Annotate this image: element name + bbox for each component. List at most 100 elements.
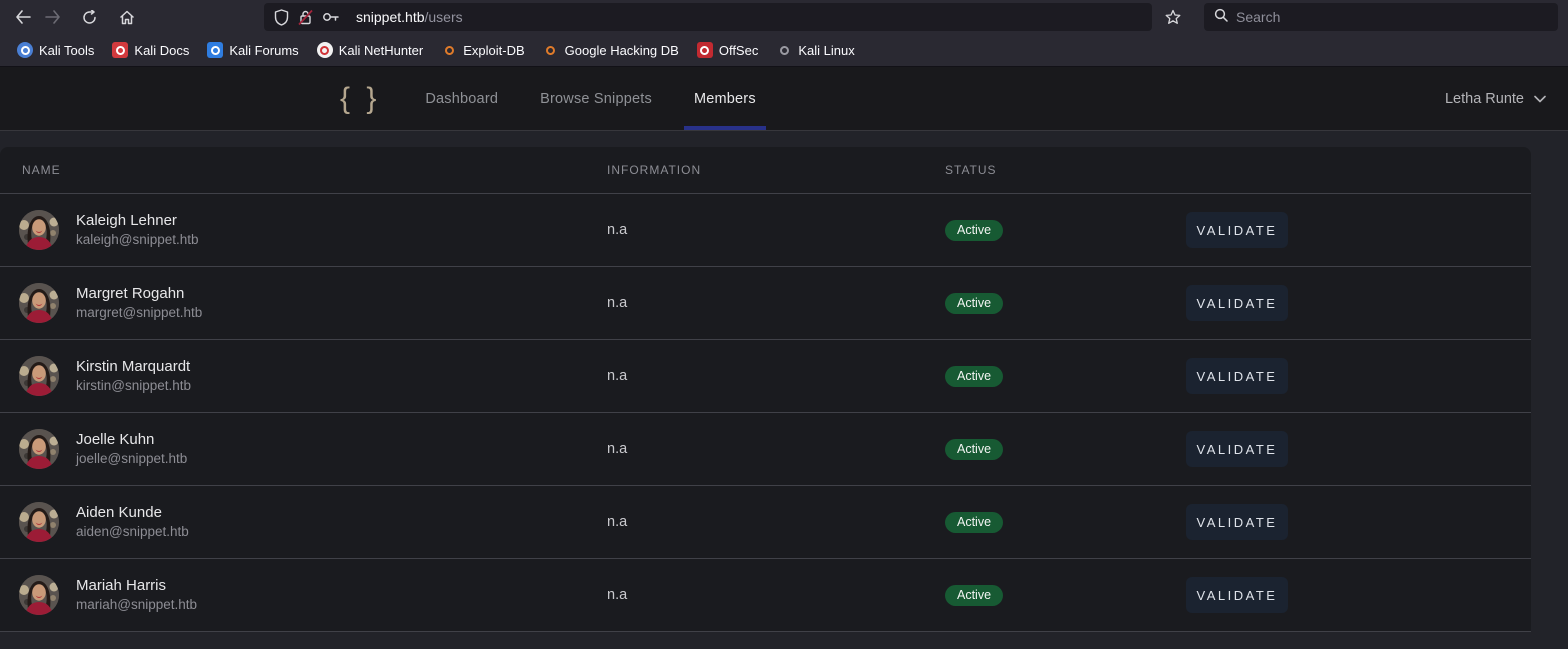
home-icon [120,10,134,24]
status-cell: Active [945,219,1186,241]
user-menu[interactable]: Letha Runte [1445,91,1546,107]
status-badge: Active [945,584,1004,606]
nav-browse-snippets[interactable]: Browse Snippets [540,67,652,130]
information-cell: n.a [607,368,628,384]
action-cell: VALIDATE [1186,431,1531,467]
bookmark-favicon-icon [441,42,457,58]
url-bar[interactable]: snippet.htb/users [264,3,1152,31]
search-icon [1214,8,1228,27]
member-cell: Aiden Kunde aiden@snippet.htb [0,502,607,542]
member-cell: Kirstin Marquardt kirstin@snippet.htb [0,356,607,396]
action-cell: VALIDATE [1186,577,1531,613]
bookmark-item[interactable]: OffSec [690,39,766,61]
bookmark-favicon-icon [17,42,33,58]
forward-icon [45,10,60,24]
status-badge: Active [945,365,1004,387]
column-header-name: Name [22,163,61,177]
chevron-down-icon [1534,95,1546,103]
url-host: snippet.htb [356,9,425,25]
member-email: joelle@snippet.htb [76,451,188,467]
status-badge: Active [945,511,1004,533]
validate-button[interactable]: VALIDATE [1186,504,1288,540]
nav-members[interactable]: Members [683,67,766,130]
app-logo[interactable]: { } [340,83,380,114]
insecure-lock-icon[interactable] [297,9,314,26]
table-row: Kirstin Marquardt kirstin@snippet.htb n.… [0,340,1531,413]
shield-icon[interactable] [274,8,289,26]
star-icon [1165,9,1181,24]
member-name: Mariah Harris [76,576,167,594]
information-cell: n.a [607,514,628,530]
member-name: Joelle Kuhn [76,430,155,448]
information-cell: n.a [607,587,628,603]
bookmark-item[interactable]: Exploit-DB [434,39,531,61]
app-header: { } Dashboard Browse Snippets Members Le… [0,67,1568,131]
member-text: Mariah Harris mariah@snippet.htb [76,576,197,614]
validate-button[interactable]: VALIDATE [1186,431,1288,467]
member-cell: Margret Rogahn margret@snippet.htb [0,283,607,323]
bookmark-item[interactable]: Kali Linux [769,39,861,61]
back-icon [16,10,31,24]
bookmark-favicon-icon [776,42,792,58]
back-button[interactable] [8,3,38,31]
avatar [19,356,59,396]
forward-button[interactable] [38,3,68,31]
validate-button[interactable]: VALIDATE [1186,358,1288,394]
reload-button[interactable] [74,3,104,31]
bookmark-favicon-icon [696,42,713,58]
member-email: kaleigh@snippet.htb [76,232,199,248]
action-cell: VALIDATE [1186,285,1531,321]
member-email: margret@snippet.htb [76,305,203,321]
validate-button[interactable]: VALIDATE [1186,577,1288,613]
status-cell: Active [945,365,1186,387]
member-cell: Kaleigh Lehner kaleigh@snippet.htb [0,210,607,250]
member-name: Kaleigh Lehner [76,211,177,229]
browser-toolbar: snippet.htb/users Search [0,0,1568,34]
bookmark-item[interactable]: Kali NetHunter [310,39,431,61]
member-email: mariah@snippet.htb [76,597,198,613]
member-cell: Joelle Kuhn joelle@snippet.htb [0,429,607,469]
bookmark-favicon-icon [112,42,129,58]
avatar [19,283,59,323]
validate-button[interactable]: VALIDATE [1186,212,1288,248]
action-cell: VALIDATE [1186,358,1531,394]
bookmark-label: OffSec [718,42,759,58]
bookmark-item[interactable]: Google Hacking DB [536,39,686,61]
bookmark-label: Exploit-DB [463,42,525,58]
table-row: Kaleigh Lehner kaleigh@snippet.htb n.a A… [0,194,1531,267]
bookmark-label: Kali Tools [39,42,95,58]
validate-button[interactable]: VALIDATE [1186,285,1288,321]
status-badge: Active [945,438,1004,460]
status-cell: Active [945,584,1186,606]
bookmark-item[interactable]: Kali Forums [200,39,305,61]
table-header-row: Name Information Status [0,147,1531,194]
table-row: Aiden Kunde aiden@snippet.htb n.a Active… [0,486,1531,559]
column-header-status: Status [945,163,997,177]
information-cell: n.a [607,441,628,457]
bookmark-item[interactable]: Kali Docs [105,39,196,61]
bookmark-favicon-icon [316,42,333,58]
status-cell: Active [945,511,1186,533]
search-placeholder: Search [1236,9,1281,25]
information-cell: n.a [607,222,628,238]
avatar [19,210,59,250]
member-name: Aiden Kunde [76,503,162,521]
member-text: Margret Rogahn margret@snippet.htb [76,284,202,322]
bookmark-label: Kali NetHunter [338,42,424,58]
member-name: Kirstin Marquardt [76,357,191,375]
action-cell: VALIDATE [1186,504,1531,540]
bookmark-label: Kali Forums [229,42,299,58]
reload-icon [82,9,96,24]
status-cell: Active [945,292,1186,314]
key-icon[interactable] [322,11,340,23]
bookmark-item[interactable]: Kali Tools [10,39,101,61]
table-body: Kaleigh Lehner kaleigh@snippet.htb n.a A… [0,194,1531,632]
status-badge: Active [945,219,1004,241]
search-bar[interactable]: Search [1204,3,1558,31]
avatar [19,502,59,542]
bookmark-star-button[interactable] [1158,3,1188,31]
home-button[interactable] [112,3,142,31]
members-page: Name Information Status [0,131,1568,632]
nav-dashboard[interactable]: Dashboard [425,67,498,130]
member-text: Kirstin Marquardt kirstin@snippet.htb [76,357,191,395]
